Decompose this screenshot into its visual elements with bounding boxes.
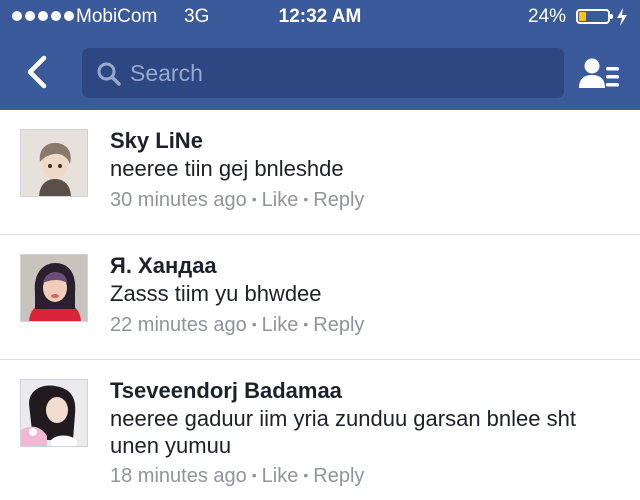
friends-list-icon[interactable]: [578, 54, 622, 94]
back-chevron-icon[interactable]: [22, 52, 54, 92]
reply-link[interactable]: Reply: [313, 465, 364, 487]
search-input[interactable]: [130, 48, 550, 98]
comment-meta: 30 minutes ago • Like • Reply: [110, 189, 364, 212]
like-link[interactable]: Like: [262, 189, 299, 211]
like-link[interactable]: Like: [262, 465, 299, 487]
avatar[interactable]: [20, 379, 88, 447]
comment-author[interactable]: Я. Хандаа: [110, 253, 217, 279]
comment-item: Sky LiNe neeree tiin gej bnleshde 30 min…: [0, 110, 640, 235]
separator-dot: •: [303, 467, 309, 483]
battery-icon: [576, 9, 613, 24]
search-icon: [97, 62, 121, 86]
battery-percent: 24%: [528, 6, 567, 27]
avatar[interactable]: [20, 254, 88, 322]
app-header: MobiCom 3G 12:32 AM 24%: [0, 0, 640, 110]
charging-icon: [617, 8, 627, 26]
comment-text: neeree gaduur iim yria zunduu garsan bnl…: [110, 406, 576, 458]
status-bar: MobiCom 3G 12:32 AM 24%: [0, 0, 640, 36]
comment-text: Zasss tiim yu bhwdee: [110, 281, 322, 306]
comment-author[interactable]: Sky LiNe: [110, 128, 203, 154]
comment-text: neeree tiin gej bnleshde: [110, 156, 344, 181]
comment-meta: 18 minutes ago • Like • Reply: [110, 465, 364, 488]
comment-meta: 22 minutes ago • Like • Reply: [110, 314, 364, 337]
comment-author[interactable]: Tseveendorj Badamaa: [110, 378, 342, 404]
comment-time: 18 minutes ago: [110, 465, 247, 487]
separator-dot: •: [251, 191, 257, 207]
search-bar[interactable]: [82, 48, 564, 98]
separator-dot: •: [251, 467, 257, 483]
reply-link[interactable]: Reply: [313, 189, 364, 211]
reply-link[interactable]: Reply: [313, 314, 364, 336]
separator-dot: •: [303, 316, 309, 332]
comment-time: 22 minutes ago: [110, 314, 247, 336]
separator-dot: •: [303, 191, 309, 207]
avatar[interactable]: [20, 129, 88, 197]
like-link[interactable]: Like: [262, 314, 299, 336]
comment-item: Я. Хандаа Zasss tiim yu bhwdee 22 minute…: [0, 235, 640, 360]
comment-time: 30 minutes ago: [110, 189, 247, 211]
comment-item: Tseveendorj Badamaa neeree gaduur iim yr…: [0, 360, 640, 500]
separator-dot: •: [251, 316, 257, 332]
